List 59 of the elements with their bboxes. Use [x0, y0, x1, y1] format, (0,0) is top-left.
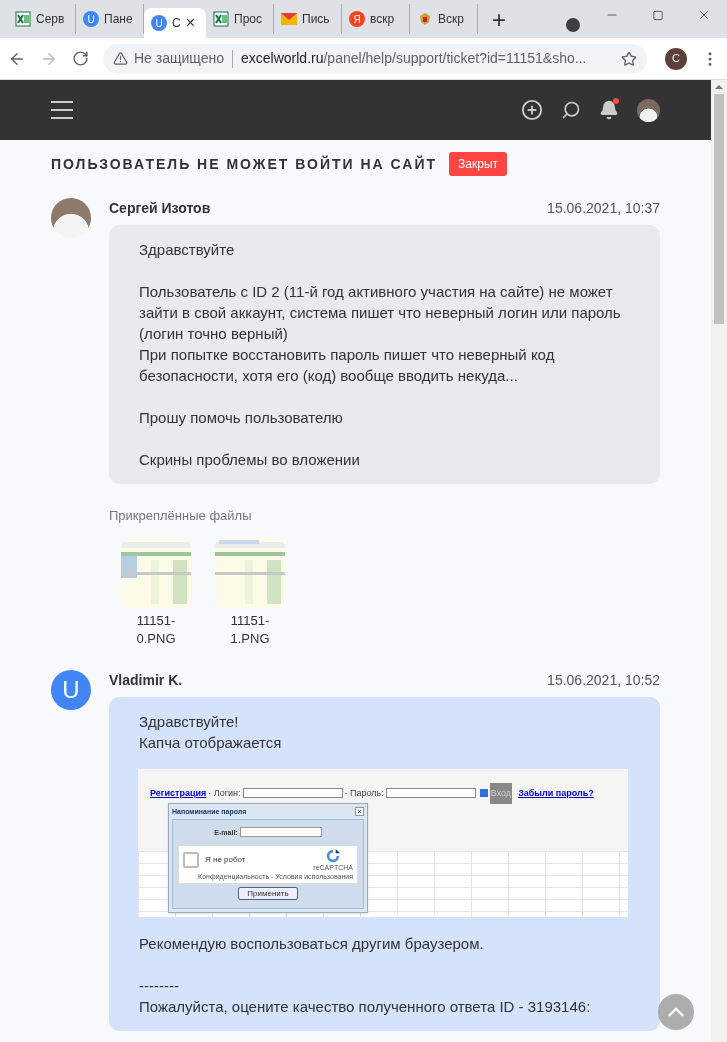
message-text: Здравствуйте Пользователь с ID 2 (11-й год активного участия на сайте) не может зайти в свой аккаунт, система пишет что неверный логин или пароль (логин точно верный) При попытке восстановить пароль пишет что неверный код безопасности, хотя его (код) вообще вводить некуда... Прошу помочь пользователю Скрины проблемы во вложении: [139, 240, 622, 470]
remember-checkbox[interactable]: [479, 789, 488, 797]
browser-tab[interactable]: Серв: [8, 4, 76, 34]
browser-tab[interactable]: U Пане: [76, 4, 144, 34]
ticket-title: ПОЛЬЗОВАТЕЛЬ НЕ МОЖЕТ ВОЙТИ НА САЙТ: [51, 154, 438, 174]
status-badge: Закрыт: [449, 152, 508, 176]
reload-icon[interactable]: [72, 50, 89, 67]
envelope-icon: [281, 13, 297, 25]
security-label: Не защищено: [134, 49, 224, 68]
close-button[interactable]: ×: [355, 806, 364, 816]
menu-icon[interactable]: [51, 101, 73, 119]
message-text: Здравствуйте! Капча отображается: [139, 711, 283, 753]
user-avatar: [51, 198, 91, 238]
site-icon: U: [83, 11, 99, 27]
warning-icon: [113, 51, 128, 66]
captcha-label: Я не робот: [205, 854, 246, 866]
search-icon[interactable]: [561, 100, 581, 120]
new-tab-button[interactable]: +: [492, 8, 506, 32]
message-time: 15.06.2021, 10:52: [547, 670, 660, 690]
site-icon: U: [151, 15, 167, 31]
email-field[interactable]: [239, 827, 322, 837]
bookmark-icon[interactable]: [621, 50, 637, 67]
browser-tab[interactable]: Я вскр: [342, 4, 410, 34]
captcha-checkbox[interactable]: [183, 851, 199, 868]
password-label: · Пароль:: [344, 786, 384, 800]
register-link[interactable]: Регистрация: [150, 782, 207, 804]
url-text: excelworld.ru/panel/help/support/ticket?id=11151&sho...: [241, 49, 587, 68]
spreadsheet-icon: [15, 11, 31, 27]
add-icon[interactable]: [521, 99, 543, 121]
user-avatar[interactable]: [637, 98, 660, 122]
browser-tab[interactable]: Пись: [274, 4, 342, 34]
apply-button[interactable]: Применить: [238, 886, 298, 900]
message-text: Рекомендую воспользоваться другим браузером. -------- Пожалуйста, оцените качество полученного ответа ID - 3193146:: [139, 933, 592, 1017]
user-avatar: U: [51, 669, 91, 710]
login-field[interactable]: [242, 788, 343, 798]
message-time: 15.06.2021, 10:37: [547, 199, 660, 218]
browser-tab[interactable]: Вскр: [410, 4, 478, 34]
emblem-icon: [417, 11, 433, 27]
attachment-link[interactable]: 11151- 0.PNG: [136, 611, 176, 648]
tab-search-icon[interactable]: [566, 18, 580, 32]
scroll-top-button[interactable]: [658, 994, 694, 1030]
profile-avatar[interactable]: C: [665, 47, 687, 70]
site-icon: Я: [349, 11, 365, 27]
spreadsheet-icon: [213, 11, 229, 27]
scrollbar[interactable]: [711, 80, 727, 1042]
password-field[interactable]: [385, 788, 476, 798]
attachment-link[interactable]: 11151- 1.PNG: [230, 611, 270, 648]
attachments-title: Прикреплённые файлы: [109, 507, 253, 525]
login-label: · Логин:: [208, 786, 241, 800]
author-name: Vladimir K.: [109, 670, 183, 690]
author-name: Сергей Изотов: [109, 199, 211, 218]
address-bar[interactable]: Не защищено excelworld.ru/panel/help/support/ticket?id=11151&sho...: [103, 43, 647, 74]
forgot-password-link[interactable]: Забыли пароль?: [518, 782, 594, 804]
browser-tab[interactable]: Прос: [206, 4, 274, 34]
recaptcha-icon: [325, 847, 342, 864]
browser-tab[interactable]: U С ×: [144, 8, 206, 38]
close-tab-button[interactable]: ×: [185, 15, 195, 31]
scrollbar-thumb[interactable]: [714, 94, 724, 324]
notifications-icon[interactable]: [599, 100, 619, 120]
